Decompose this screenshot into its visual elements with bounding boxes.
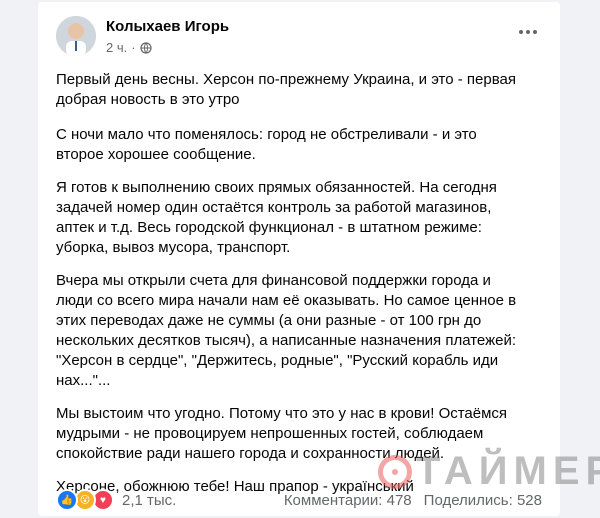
reactions-count[interactable]: 2,1 тыс. (122, 492, 176, 509)
post-stats: Комментарии: 478 Поделились: 528 (284, 492, 542, 509)
post-time[interactable]: 2 ч. (106, 40, 127, 55)
paragraph-2: С ночи мало что поменялось: город не обс… (56, 126, 477, 163)
paragraph-3: Я готов к выполнению своих прямых обязан… (56, 179, 497, 256)
paragraph-4: Вчера мы открыли счета для финансовой по… (56, 272, 517, 389)
watermark-logo-icon (378, 454, 412, 489)
reactions[interactable]: 👍 😮 ♥ (56, 489, 114, 511)
author-avatar[interactable] (56, 16, 96, 56)
comments-count[interactable]: Комментарии: 478 (284, 492, 412, 509)
facebook-post: Колыхаев Игорь 2 ч. · Первый день весны.… (38, 2, 600, 516)
post-header: Колыхаев Игорь 2 ч. · (56, 16, 542, 60)
paragraph-1: Первый день весны. Херсон по-прежнему Ук… (56, 71, 516, 108)
post-footer: 👍 😮 ♥ 2,1 тыс. Комментарии: 478 Поделили… (56, 486, 542, 514)
separator-dot: · (131, 40, 136, 55)
like-reaction-icon: 👍 (56, 489, 78, 511)
shares-count[interactable]: Поделились: 528 (424, 492, 542, 509)
more-options-icon (519, 30, 537, 34)
more-options-button[interactable] (514, 22, 542, 42)
globe-icon (139, 41, 152, 54)
ukraine-flag-emoji (243, 94, 259, 105)
post-meta: 2 ч. · (106, 40, 152, 55)
post-text: Первый день весны. Херсон по-прежнему Ук… (56, 70, 548, 512)
avatar-portrait (56, 16, 96, 56)
author-name[interactable]: Колыхаев Игорь (106, 18, 229, 35)
